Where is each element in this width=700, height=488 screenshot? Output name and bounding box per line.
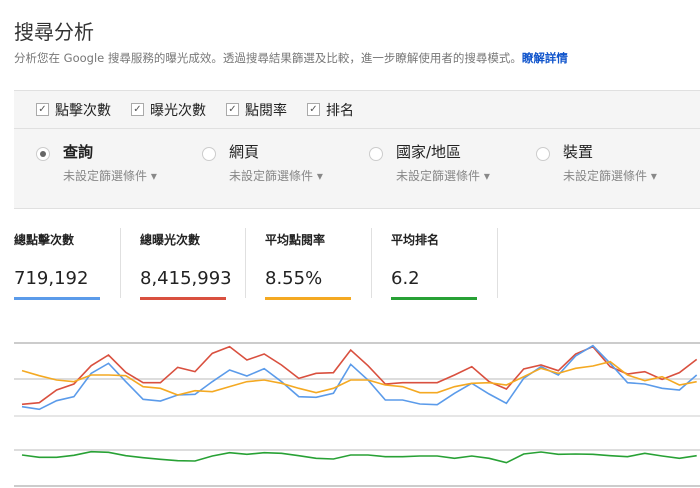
- filter-label: 未設定篩選條件: [229, 169, 314, 183]
- metric-color-bar: [265, 297, 351, 300]
- metric-value: 719,192: [14, 268, 89, 289]
- divider: [245, 228, 246, 298]
- caret-down-icon: ▾: [650, 169, 657, 183]
- radio-label: 網頁: [229, 143, 260, 161]
- metric-total-impressions[interactable]: 總曝光次數 8,415,993: [140, 228, 245, 300]
- metric-label: 總點擊次數: [14, 233, 75, 247]
- filter-label: 未設定篩選條件: [396, 169, 481, 183]
- checkbox-impressions[interactable]: ✓ 曝光次數: [131, 100, 206, 120]
- filter-dropdown[interactable]: 未設定篩選條件 ▾: [229, 167, 323, 184]
- divider: [371, 228, 372, 298]
- metric-average-ctr[interactable]: 平均點閱率 8.55%: [265, 228, 370, 300]
- radio-icon[interactable]: [369, 147, 383, 161]
- caret-down-icon: ▾: [316, 169, 323, 183]
- radio-icon[interactable]: [36, 147, 50, 161]
- checkbox-icon[interactable]: ✓: [307, 103, 320, 116]
- divider: [497, 228, 498, 298]
- filter-panel: ✓ 點擊次數 ✓ 曝光次數 ✓ 點閱率 ✓ 排名 查詢未設定篩選條件 ▾ 網頁未設定篩選…: [14, 90, 700, 209]
- checkbox-label: 排名: [326, 102, 354, 119]
- metric-label: 平均排名: [391, 233, 440, 247]
- checkbox-label: 點擊次數: [55, 102, 111, 119]
- checkbox-ctr[interactable]: ✓ 點閱率: [226, 100, 287, 120]
- checkbox-clicks[interactable]: ✓ 點擊次數: [36, 100, 111, 120]
- checkbox-label: 點閱率: [245, 102, 287, 119]
- checkbox-icon[interactable]: ✓: [131, 103, 144, 116]
- learn-more-link[interactable]: 瞭解詳情: [522, 51, 568, 65]
- metric-average-position[interactable]: 平均排名 6.2: [391, 228, 496, 300]
- metric-value: 8,415,993: [140, 268, 232, 289]
- metric-label: 平均點閱率: [265, 233, 326, 247]
- metric-total-clicks[interactable]: 總點擊次數 719,192: [14, 228, 119, 300]
- filter-label: 未設定篩選條件: [563, 169, 648, 183]
- metric-color-bar: [391, 297, 477, 300]
- metric-checkboxes: ✓ 點擊次數 ✓ 曝光次數 ✓ 點閱率 ✓ 排名: [14, 91, 700, 129]
- checkbox-label: 曝光次數: [150, 102, 206, 119]
- filter-dropdown[interactable]: 未設定篩選條件 ▾: [63, 167, 157, 184]
- metric-color-bar: [140, 297, 226, 300]
- radio-label: 查詢: [63, 143, 94, 161]
- dimension-radios: 查詢未設定篩選條件 ▾ 網頁未設定篩選條件 ▾ 國家/地區未設定篩選條件 ▾ 裝…: [14, 129, 700, 208]
- radio-label: 裝置: [563, 143, 594, 161]
- caret-down-icon: ▾: [150, 169, 157, 183]
- metric-color-bar: [14, 297, 100, 300]
- series-line-3: [21, 450, 697, 464]
- caret-down-icon: ▾: [483, 169, 490, 183]
- radio-icon[interactable]: [202, 147, 216, 161]
- metric-value: 8.55%: [265, 268, 323, 289]
- filter-dropdown[interactable]: 未設定篩選條件 ▾: [563, 167, 657, 184]
- page-title: 搜尋分析: [14, 20, 94, 44]
- radio-icon[interactable]: [536, 147, 550, 161]
- filter-label: 未設定篩選條件: [63, 169, 148, 183]
- performance-chart: [14, 342, 700, 487]
- checkbox-icon[interactable]: ✓: [226, 103, 239, 116]
- checkbox-icon[interactable]: ✓: [36, 103, 49, 116]
- description-text: 分析您在 Google 搜尋服務的曝光成效。透過搜尋結果篩選及比較，進一步瞭解使…: [14, 51, 522, 65]
- series-line-1: [21, 344, 698, 411]
- checkbox-position[interactable]: ✓ 排名: [307, 100, 354, 120]
- divider: [120, 228, 121, 298]
- metric-label: 總曝光次數: [140, 233, 201, 247]
- metric-value: 6.2: [391, 268, 420, 289]
- radio-label: 國家/地區: [396, 143, 462, 161]
- filter-dropdown[interactable]: 未設定篩選條件 ▾: [396, 167, 490, 184]
- page-description: 分析您在 Google 搜尋服務的曝光成效。透過搜尋結果篩選及比較，進一步瞭解使…: [14, 50, 568, 66]
